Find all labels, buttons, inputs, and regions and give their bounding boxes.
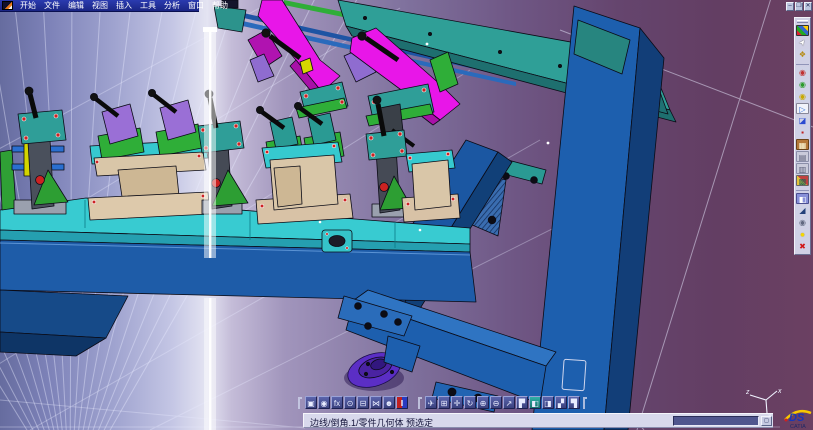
video-capture-icon[interactable]: ◉ xyxy=(318,396,330,409)
logo-catia-text: CATIA xyxy=(790,424,806,430)
pan-icon[interactable]: ✛ xyxy=(451,396,463,409)
tile-window-icon[interactable]: ▜ xyxy=(568,396,580,409)
menu-item-help[interactable]: 帮助 xyxy=(208,0,232,11)
new-component-icon[interactable]: ▷ xyxy=(796,103,809,114)
hide-show-icon[interactable]: ◨ xyxy=(542,396,554,409)
axis-indicator: x z y xyxy=(746,386,784,418)
menu-item-edit[interactable]: 编辑 xyxy=(64,0,88,11)
quick-shot-icon[interactable]: ▣ xyxy=(305,396,317,409)
close-button[interactable]: ✕ xyxy=(804,2,812,11)
reference-plane-edge[interactable] xyxy=(203,27,217,430)
section-lines-icon[interactable]: ◢ xyxy=(796,205,809,216)
axis-z-label: z xyxy=(746,389,750,396)
toolbar-drag-handle[interactable] xyxy=(797,20,808,23)
multi-view-icon[interactable]: ▛ xyxy=(516,396,528,409)
monitor-icon[interactable]: ⊟ xyxy=(357,396,369,409)
fly-mode-icon[interactable]: ✈ xyxy=(425,396,437,409)
menu-item-file[interactable]: 文件 xyxy=(40,0,64,11)
smart-move-icon[interactable]: ◉ xyxy=(796,67,809,78)
menu-item-start[interactable]: 开始 xyxy=(16,0,40,11)
beam-front-plaque[interactable] xyxy=(322,230,352,252)
status-message: 边线/倒角.1/零件几何体 预选定 xyxy=(310,416,433,429)
camera-eye-icon[interactable]: ◉ xyxy=(796,217,809,228)
formula-fx-icon[interactable]: fx xyxy=(331,396,343,409)
zoom-out-icon[interactable]: ⊖ xyxy=(490,396,502,409)
capture-tools-group: ▣◉fx⊙⊟⋈☻‖ xyxy=(305,396,409,409)
shaded-view-icon[interactable]: ◧ xyxy=(529,396,541,409)
menu-item-view[interactable]: 视图 xyxy=(88,0,112,11)
paste-component-icon[interactable]: ◪ xyxy=(796,115,809,126)
structure-grid2-icon[interactable]: ▥ xyxy=(796,163,809,174)
toolbar-separator xyxy=(796,188,809,191)
minimize-button[interactable]: – xyxy=(786,2,794,11)
delete-x-icon[interactable]: ✖ xyxy=(796,241,809,252)
catia-app-icon[interactable] xyxy=(2,1,13,10)
application-window: 开始文件编辑视图插入工具分析窗口帮助 –❐✕ ➤❖◉◉◉▷◪▪▦▤▥▩◧◢◉●✖… xyxy=(0,0,813,430)
levels-icon[interactable]: ‖ xyxy=(396,396,408,409)
menu-item-analyze[interactable]: 分析 xyxy=(160,0,184,11)
menu-item-window[interactable]: 窗口 xyxy=(184,0,208,11)
axis-x-label: x xyxy=(777,388,782,395)
fit-all-icon[interactable]: ⊞ xyxy=(438,396,450,409)
smart-snap-icon[interactable]: ◉ xyxy=(796,91,809,102)
smart-flip-icon[interactable]: ◉ xyxy=(796,79,809,90)
status-bar: 边线/倒角.1/零件几何体 预选定 ◻ xyxy=(303,413,773,428)
user-icon[interactable]: ☻ xyxy=(383,396,395,409)
restore-button[interactable]: ❐ xyxy=(795,2,803,11)
toolbar-drag-handle[interactable] xyxy=(418,397,422,409)
toolbar-drag-handle[interactable] xyxy=(298,397,302,409)
structure-grid-icon[interactable]: ▤ xyxy=(796,151,809,162)
chat-balloon-icon[interactable]: ⊙ xyxy=(344,396,356,409)
menu-items: 开始文件编辑视图插入工具分析窗口帮助 xyxy=(16,0,232,11)
product-window-icon[interactable]: ▩ xyxy=(796,175,809,186)
rotate-icon[interactable]: ↻ xyxy=(464,396,476,409)
view-tools-group: ✈⊞✛↻⊕⊖↗▛◧◨▞▜ xyxy=(425,396,581,409)
assemble-box-icon[interactable]: ▦ xyxy=(796,139,809,150)
network-icon[interactable]: ⋈ xyxy=(370,396,382,409)
viewport-3d[interactable] xyxy=(0,0,813,430)
catia-logo: DS CATIA xyxy=(783,404,813,430)
selection-window-icon[interactable]: ◧ xyxy=(796,193,809,204)
bottom-toolbar: ▣◉fx⊙⊟⋈☻‖ ✈⊞✛↻⊕⊖↗▛◧◨▞▜ xyxy=(296,396,590,409)
menu-bar: 开始文件编辑视图插入工具分析窗口帮助 xyxy=(0,0,199,12)
logo-ds-text: DS xyxy=(789,412,805,424)
window-controls: –❐✕ xyxy=(786,2,812,11)
right-toolbar: ➤❖◉◉◉▷◪▪▦▤▥▩◧◢◉●✖ xyxy=(794,17,811,255)
light-bulb-icon[interactable]: ● xyxy=(796,229,809,240)
toolbar-separator xyxy=(796,62,809,65)
toolbar-drag-handle[interactable] xyxy=(583,397,587,409)
normal-view-icon[interactable]: ↗ xyxy=(503,396,515,409)
swap-space-icon[interactable]: ▞ xyxy=(555,396,567,409)
menu-item-insert[interactable]: 插入 xyxy=(112,0,136,11)
fix-component-icon[interactable]: ▪ xyxy=(796,127,809,138)
zoom-in-icon[interactable]: ⊕ xyxy=(477,396,489,409)
menu-item-tools[interactable]: 工具 xyxy=(136,0,160,11)
right-toolbar-icons: ➤❖◉◉◉▷◪▪▦▤▥▩◧◢◉●✖ xyxy=(795,25,810,252)
axis-y-label: y xyxy=(767,412,772,418)
